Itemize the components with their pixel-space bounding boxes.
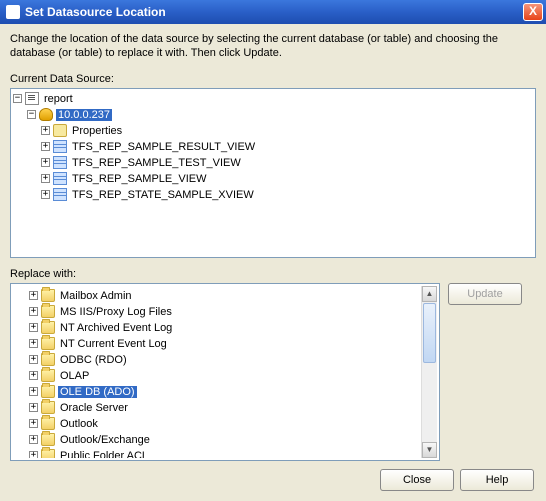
folder-icon — [41, 433, 55, 446]
node-label: Outlook — [58, 418, 100, 430]
tree-node-folder[interactable]: + Outlook/Exchange — [15, 432, 419, 448]
instructions-text: Change the location of the data source b… — [10, 32, 536, 61]
expander-icon[interactable]: + — [29, 291, 38, 300]
node-label: NT Current Event Log — [58, 338, 169, 350]
replace-with-label: Replace with: — [10, 268, 536, 280]
expander-icon[interactable]: + — [29, 307, 38, 316]
expander-icon[interactable]: + — [29, 435, 38, 444]
expander-icon[interactable]: + — [29, 323, 38, 332]
node-label: Oracle Server — [58, 402, 130, 414]
dialog-body: Change the location of the data source b… — [0, 24, 546, 499]
database-icon — [39, 108, 53, 121]
dialog-button-bar: Close Help — [10, 469, 536, 491]
tree-node-report[interactable]: − report — [13, 91, 533, 107]
replace-with-tree[interactable]: + Mailbox Admin + MS IIS/Proxy Log Files + NT… — [10, 283, 440, 461]
expander-icon[interactable]: + — [29, 387, 38, 396]
node-label: report — [42, 93, 75, 105]
tree-node-view[interactable]: + TFS_REP_SAMPLE_VIEW — [13, 171, 533, 187]
help-button[interactable]: Help — [460, 469, 534, 491]
window-close-button[interactable]: X — [523, 3, 543, 21]
folder-icon — [41, 449, 55, 458]
node-label: Public Folder ACL — [58, 450, 150, 458]
node-label: TFS_REP_STATE_SAMPLE_XVIEW — [70, 189, 256, 201]
window-title: Set Datasource Location — [25, 5, 523, 19]
folder-icon — [41, 417, 55, 430]
table-icon — [53, 172, 67, 185]
folder-icon — [41, 289, 55, 302]
tree-node-view[interactable]: + TFS_REP_SAMPLE_TEST_VIEW — [13, 155, 533, 171]
expander-icon[interactable]: + — [41, 126, 50, 135]
tree-node-folder[interactable]: + NT Archived Event Log — [15, 320, 419, 336]
tree-node-view[interactable]: + TFS_REP_STATE_SAMPLE_XVIEW — [13, 187, 533, 203]
node-label: MS IIS/Proxy Log Files — [58, 306, 174, 318]
folder-icon — [41, 385, 55, 398]
current-datasource-tree[interactable]: − report − 10.0.0.237 + Properties + TFS_… — [10, 88, 536, 258]
node-label: OLE DB (ADO) — [58, 386, 137, 398]
scrollbar[interactable]: ▲ ▼ — [421, 286, 437, 458]
expander-icon[interactable]: + — [29, 339, 38, 348]
expander-icon[interactable]: + — [41, 174, 50, 183]
tree-node-properties[interactable]: + Properties — [13, 123, 533, 139]
folder-icon — [41, 321, 55, 334]
tree-node-folder[interactable]: + Outlook — [15, 416, 419, 432]
close-button[interactable]: Close — [380, 469, 454, 491]
node-label: TFS_REP_SAMPLE_TEST_VIEW — [70, 157, 243, 169]
table-icon — [53, 188, 67, 201]
tree-node-view[interactable]: + TFS_REP_SAMPLE_RESULT_VIEW — [13, 139, 533, 155]
scroll-up-icon[interactable]: ▲ — [422, 286, 437, 302]
expander-icon[interactable]: + — [41, 158, 50, 167]
scroll-thumb[interactable] — [423, 303, 436, 363]
node-label: ODBC (RDO) — [58, 354, 129, 366]
tree-node-folder[interactable]: + MS IIS/Proxy Log Files — [15, 304, 419, 320]
tree-node-folder[interactable]: + OLE DB (ADO) — [15, 384, 419, 400]
folder-icon — [41, 401, 55, 414]
expander-icon[interactable]: + — [41, 190, 50, 199]
expander-icon[interactable]: + — [29, 451, 38, 458]
report-icon — [25, 92, 39, 105]
folder-icon — [41, 337, 55, 350]
folder-icon — [41, 353, 55, 366]
expander-icon[interactable]: + — [29, 419, 38, 428]
tree-node-folder[interactable]: + Mailbox Admin — [15, 288, 419, 304]
node-label: Properties — [70, 125, 124, 137]
folder-icon — [41, 305, 55, 318]
node-label: TFS_REP_SAMPLE_VIEW — [70, 173, 209, 185]
tree-node-folder[interactable]: + OLAP — [15, 368, 419, 384]
tree-node-folder[interactable]: + NT Current Event Log — [15, 336, 419, 352]
current-datasource-label: Current Data Source: — [10, 73, 536, 85]
node-label: Outlook/Exchange — [58, 434, 152, 446]
expander-icon[interactable]: + — [29, 403, 38, 412]
update-button[interactable]: Update — [448, 283, 522, 305]
tree-node-folder[interactable]: + Public Folder ACL — [15, 448, 419, 458]
table-icon — [53, 156, 67, 169]
folder-icon — [41, 369, 55, 382]
expander-icon[interactable]: + — [29, 371, 38, 380]
expander-icon[interactable]: + — [41, 142, 50, 151]
table-icon — [53, 140, 67, 153]
node-label: 10.0.0.237 — [56, 109, 112, 121]
node-label: OLAP — [58, 370, 91, 382]
expander-icon[interactable]: + — [29, 355, 38, 364]
scroll-down-icon[interactable]: ▼ — [422, 442, 437, 458]
node-label: TFS_REP_SAMPLE_RESULT_VIEW — [70, 141, 257, 153]
titlebar: Set Datasource Location X — [0, 0, 546, 24]
expander-icon[interactable]: − — [13, 94, 22, 103]
tree-node-folder[interactable]: + ODBC (RDO) — [15, 352, 419, 368]
expander-icon[interactable]: − — [27, 110, 36, 119]
properties-icon — [53, 124, 67, 137]
tree-node-folder[interactable]: + Oracle Server — [15, 400, 419, 416]
app-icon — [6, 5, 20, 19]
tree-node-server[interactable]: − 10.0.0.237 — [13, 107, 533, 123]
node-label: NT Archived Event Log — [58, 322, 174, 334]
node-label: Mailbox Admin — [58, 290, 134, 302]
